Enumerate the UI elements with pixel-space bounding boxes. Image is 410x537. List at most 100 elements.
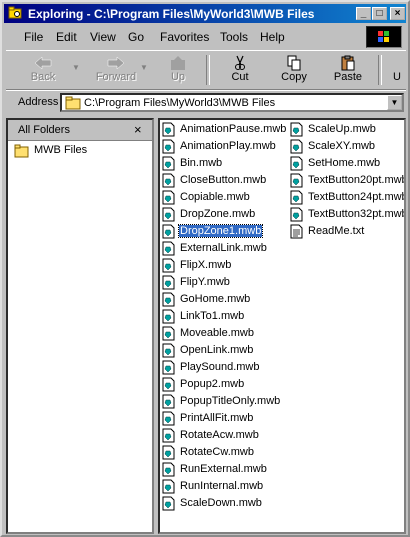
mwb-file-icon [162,462,175,477]
mwb-file-icon [162,377,175,392]
back-arrow-icon [34,56,52,70]
file-name: OpenLink.mwb [180,344,254,356]
file-name: AnimationPause.mwb [180,123,287,135]
up-folder-icon [171,56,185,70]
explorer-window: Exploring - C:\Program Files\MyWorld3\MW… [0,0,410,537]
mwb-file-icon [162,479,175,494]
file-name: Copiable.mwb [180,191,250,203]
paste-button[interactable]: Paste [326,53,370,87]
mwb-file-icon [162,190,175,205]
file-name: CloseButton.mwb [180,174,267,186]
copy-button[interactable]: Copy [272,53,316,87]
address-dropdown-button[interactable]: ▼ [387,95,402,110]
forward-dropdown-icon[interactable]: ▼ [140,63,148,72]
file-name: TextButton20pt.mwb [308,174,406,186]
cut-button[interactable]: Cut [218,53,262,87]
toolbar-separator [378,55,382,85]
mwb-file-icon [290,190,303,205]
paste-label: Paste [333,71,363,83]
address-field[interactable]: C:\Program Files\MyWorld3\MWB Files ▼ [60,93,404,112]
mwb-file-icon [162,122,175,137]
menu-favorites[interactable]: Favorites [160,30,209,44]
folder-tree-pane: All Folders × MWB Files [6,118,154,534]
file-name: ScaleXY.mwb [308,140,376,152]
maximize-button[interactable]: □ [372,7,387,20]
more-icon [390,55,404,71]
menu-go[interactable]: Go [128,30,144,44]
more-button[interactable]: U [390,53,404,87]
file-name: PlaySound.mwb [180,361,260,373]
mwb-file-icon [290,139,303,154]
standard-toolbar: Back ▼ Forward ▼ Up Cut Copy Paste U [6,50,406,90]
file-name: FlipY.mwb [180,276,230,288]
mwb-file-icon [162,496,175,511]
file-name: ExternalLink.mwb [180,242,267,254]
back-dropdown-icon[interactable]: ▼ [72,63,80,72]
file-name: DropZone.mwb [180,208,256,220]
file-name: Moveable.mwb [180,327,254,339]
forward-button[interactable]: Forward [86,53,146,87]
folder-pane-close-button[interactable]: × [134,122,142,137]
file-name: RotateCw.mwb [180,446,254,458]
menu-view[interactable]: View [90,30,116,44]
file-list-pane[interactable]: AnimationPause.mwb AnimationPlay.mwb Bin.m… [158,118,406,534]
folder-icon [65,96,81,110]
forward-arrow-icon [107,56,125,70]
file-name: RotateAcw.mwb [180,429,259,441]
file-name: Bin.mwb [180,157,223,169]
file-name: PopupTitleOnly.mwb [180,395,281,407]
file-name: TextButton24pt.mwb [308,191,406,203]
file-name: RunInternal.mwb [180,480,264,492]
mwb-file-icon [162,428,175,443]
mwb-file-icon [162,394,175,409]
window-title: Exploring - C:\Program Files\MyWorld3\MW… [28,7,315,21]
folder-pane-title: All Folders [18,124,70,136]
back-button[interactable]: Back [14,53,72,87]
copy-label: Copy [281,71,307,83]
file-name: ScaleDown.mwb [180,497,262,509]
menu-bar: File Edit View Go Favorites Tools Help [6,27,406,47]
address-value: C:\Program Files\MyWorld3\MWB Files [84,97,276,109]
close-button[interactable]: × [390,7,405,20]
mwb-file-icon [162,309,175,324]
address-label: Address [18,96,59,108]
cut-label: Cut [231,71,249,83]
open-folder-icon [14,144,29,158]
mwb-file-icon [162,207,175,222]
mwb-file-icon [162,258,175,273]
file-name: LinkTo1.mwb [180,310,245,322]
scissors-icon [235,55,245,70]
mwb-file-icon [162,343,175,358]
mwb-file-icon [162,292,175,307]
minimize-button[interactable]: _ [356,7,371,20]
forward-label: Forward [95,71,137,83]
clipboard-icon [341,55,355,71]
windows-logo-icon [366,26,402,48]
tree-item-mwb-files[interactable]: MWB Files [14,144,87,161]
file-name: RunExternal.mwb [180,463,267,475]
copy-icon [287,55,301,71]
mwb-file-icon [162,275,175,290]
file-name: AnimationPlay.mwb [180,140,276,152]
menu-edit[interactable]: Edit [56,30,77,44]
menu-file[interactable]: File [24,30,43,44]
file-name: TextButton32pt.mwb [308,208,406,220]
mwb-file-icon [162,326,175,341]
up-button[interactable]: Up [158,53,198,87]
file-name: FlipX.mwb [180,259,232,271]
mwb-file-icon [162,445,175,460]
mwb-file-icon [290,173,303,188]
explorer-folder-icon [8,6,22,19]
mwb-file-icon [290,122,303,137]
file-name: DropZone1.mwb [177,224,264,238]
mwb-file-icon [290,207,303,222]
title-bar[interactable]: Exploring - C:\Program Files\MyWorld3\MW… [4,4,406,23]
menu-help[interactable]: Help [260,30,285,44]
folder-pane-header: All Folders × [8,120,152,141]
menu-tools[interactable]: Tools [220,30,248,44]
mwb-file-icon [162,241,175,256]
toolbar-separator [206,55,210,85]
mwb-file-icon [162,411,175,426]
more-label: U [393,71,401,83]
address-bar: Address C:\Program Files\MyWorld3\MWB Fi… [6,90,406,113]
